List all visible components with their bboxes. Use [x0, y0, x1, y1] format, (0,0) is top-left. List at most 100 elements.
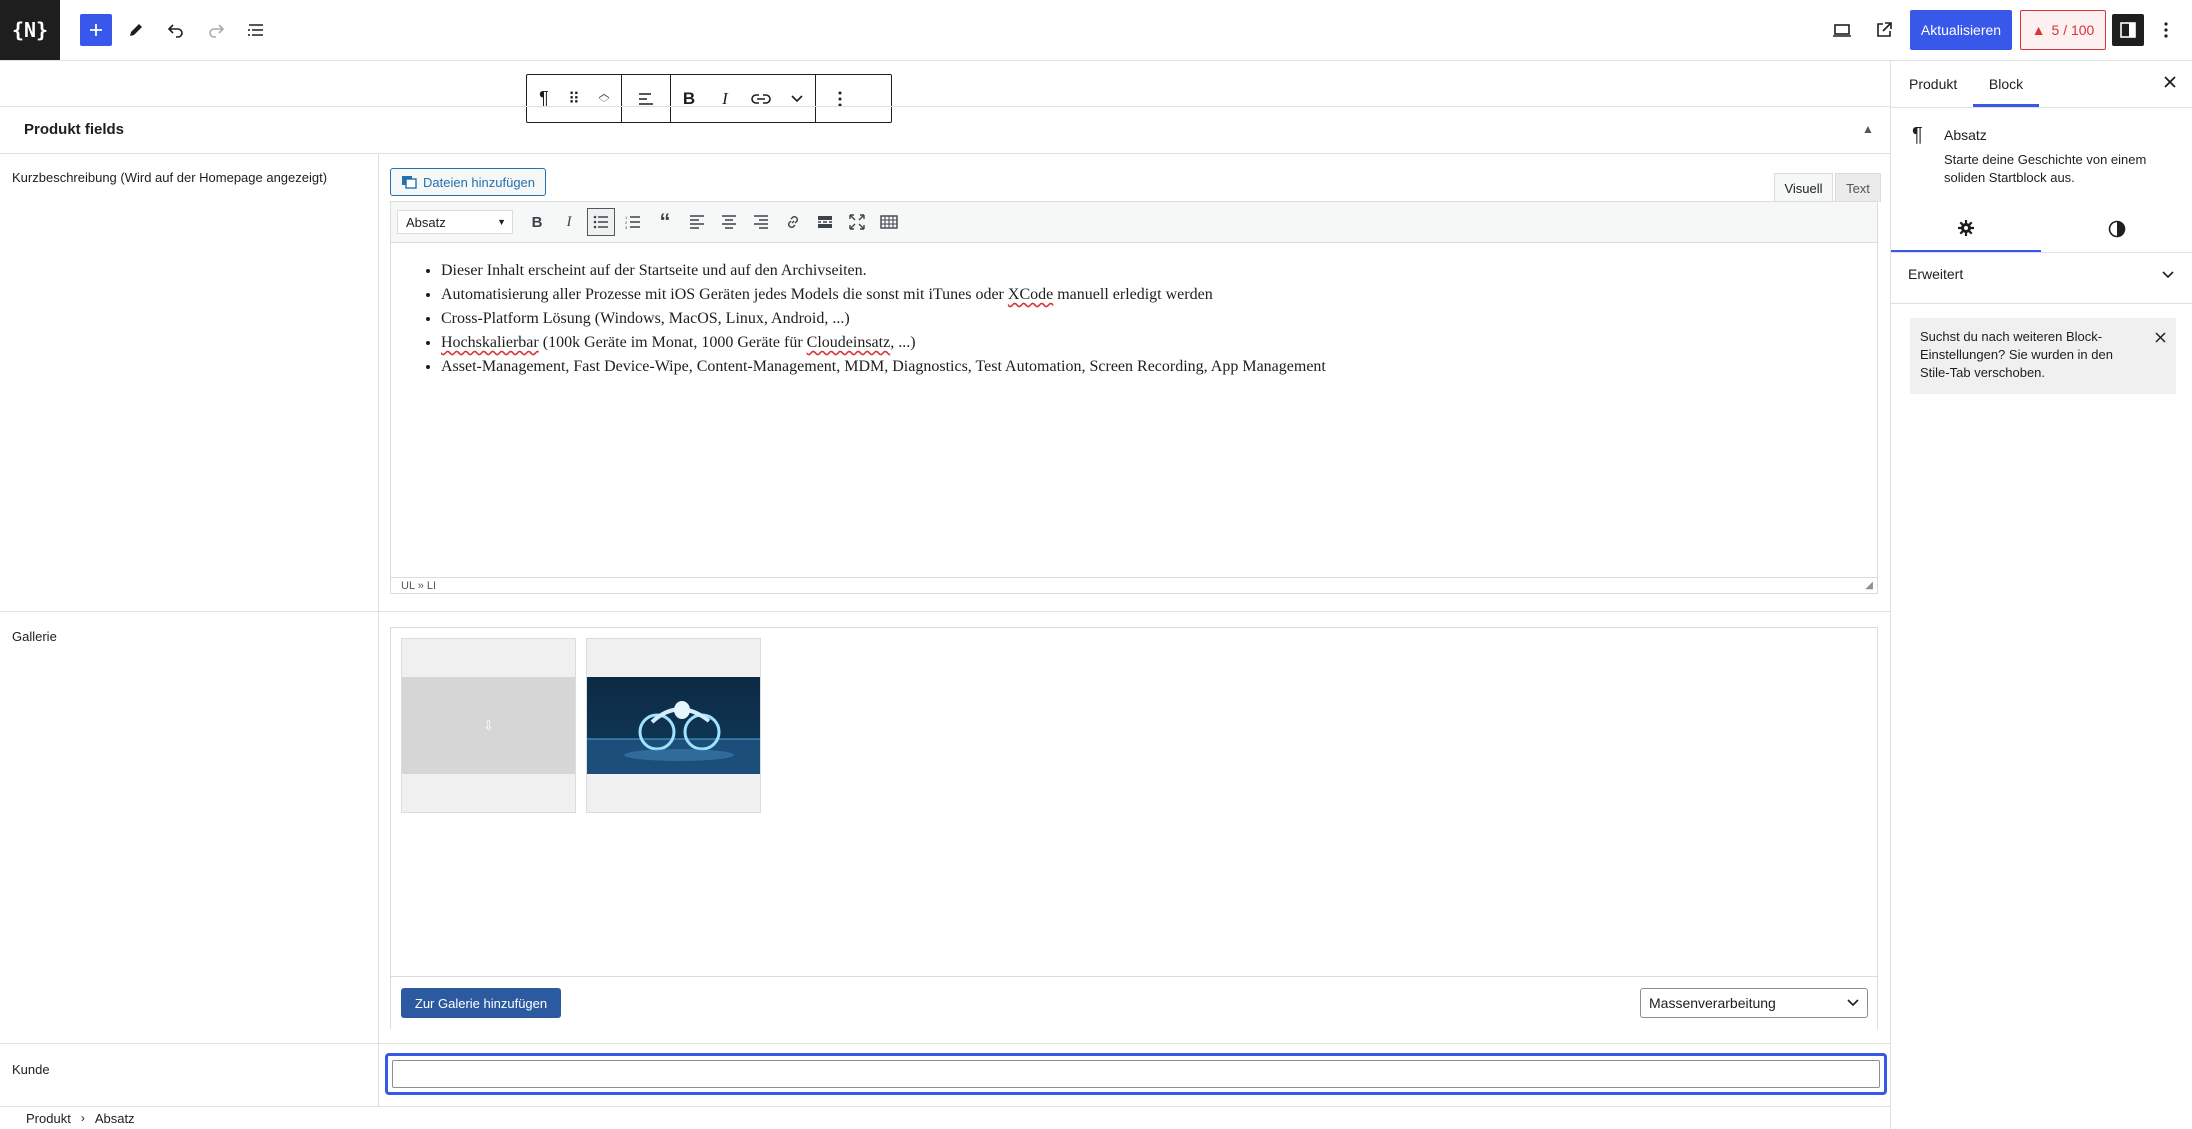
spelling-error[interactable]: Cloudeinsatz — [807, 334, 891, 351]
align-text-button[interactable] — [622, 75, 670, 122]
external-link-icon — [1877, 22, 1892, 37]
sidebar-icon — [2120, 22, 2136, 38]
add-media-button[interactable]: Dateien hinzufügen — [390, 168, 546, 196]
list-item: Cross-Platform Lösung (Windows, MacOS, L… — [441, 307, 1877, 331]
customer-input[interactable] — [392, 1060, 1880, 1088]
format-select[interactable]: Absatz ▼ — [397, 210, 513, 234]
gallery-thumbnail[interactable] — [586, 638, 761, 813]
bulk-actions-value: Massenverarbeitung — [1649, 995, 1776, 1011]
add-media-label: Dateien hinzufügen — [422, 174, 536, 190]
panel-header-border — [0, 153, 1890, 154]
breadcrumb: Produkt › Absatz — [0, 1106, 1890, 1129]
bullet-list-button[interactable] — [587, 208, 615, 236]
notice-text: Suchst du nach weiteren Block-Einstellun… — [1920, 329, 2113, 380]
numbered-list-button[interactable]: 123 — [619, 208, 647, 236]
read-more-icon — [818, 216, 832, 228]
chevron-down-icon — [1847, 999, 1859, 1007]
drag-handle-icon[interactable]: ⠿ — [561, 75, 587, 122]
list-view-icon — [248, 24, 263, 36]
list-item: Automatisierung aller Prozesse mit iOS G… — [441, 283, 1877, 307]
align-left-icon — [690, 215, 704, 229]
bulk-actions-select[interactable]: Massenverarbeitung — [1640, 988, 1868, 1018]
paragraph-block-icon: ¶ — [1912, 124, 1923, 146]
advanced-section-toggle[interactable]: Erweitert — [1908, 266, 2174, 286]
spelling-error[interactable]: Hochskalierbar — [441, 334, 539, 351]
move-down-icon[interactable]: ﹀ — [599, 98, 610, 109]
options-menu-button[interactable] — [2148, 12, 2184, 48]
align-center-button[interactable] — [715, 208, 743, 236]
gallery-label: Gallerie — [12, 629, 57, 644]
panel-title[interactable]: Produkt fields — [24, 121, 124, 138]
gallery-thumbnail[interactable]: ⇩ — [401, 638, 576, 813]
paragraph-block-icon[interactable]: ¶ — [527, 75, 561, 122]
block-settings-tabs — [1891, 206, 2192, 253]
element-path: UL » LI — [401, 580, 437, 592]
italic-button[interactable]: I — [707, 75, 743, 122]
more-format-button[interactable] — [779, 75, 815, 122]
bullet-list-icon — [593, 215, 608, 229]
toolbar-toggle-button[interactable] — [875, 208, 903, 236]
field-separator — [0, 611, 1890, 612]
align-center-icon — [722, 215, 736, 229]
link-button[interactable] — [743, 75, 779, 122]
chevron-right-icon: › — [80, 1111, 85, 1125]
link-icon — [788, 216, 798, 228]
document-overview-button[interactable] — [238, 12, 274, 48]
breadcrumb-item[interactable]: Produkt — [26, 1111, 71, 1126]
blockquote-button[interactable]: “ — [651, 208, 679, 236]
move-up-icon[interactable]: ︿ — [599, 88, 610, 99]
block-options-button[interactable] — [816, 75, 864, 122]
view-post-button[interactable] — [1866, 12, 1902, 48]
section-divider — [1891, 303, 2192, 304]
move-block-buttons[interactable]: ︿ ﹀ — [587, 75, 621, 122]
insert-link-button[interactable] — [779, 208, 807, 236]
site-logo[interactable]: {N} — [0, 0, 60, 60]
breadcrumb-item: Absatz — [94, 1110, 135, 1126]
preview-button[interactable] — [1824, 12, 1860, 48]
sidebar-tab-block[interactable]: Block — [1973, 61, 2039, 107]
seo-score-badge[interactable]: ▲ 5 / 100 — [2020, 10, 2106, 50]
align-right-icon — [754, 215, 768, 229]
bold-button[interactable]: B — [523, 208, 551, 236]
redo-button[interactable] — [198, 12, 234, 48]
resize-handle-icon[interactable]: ◢ — [1865, 580, 1873, 591]
customer-label: Kunde — [12, 1062, 50, 1077]
bold-button[interactable]: B — [671, 75, 707, 122]
align-right-button[interactable] — [747, 208, 775, 236]
more-vertical-icon — [2164, 22, 2168, 38]
undo-button[interactable] — [158, 12, 194, 48]
settings-sidebar-toggle[interactable] — [2112, 14, 2144, 46]
tab-settings[interactable] — [1891, 206, 2041, 252]
add-to-gallery-button[interactable]: Zur Galerie hinzufügen — [401, 988, 561, 1018]
short-description-label: Kurzbeschreibung (Wird auf der Homepage … — [12, 170, 328, 185]
dismiss-notice-icon[interactable] — [2155, 332, 2166, 343]
align-left-button[interactable] — [683, 208, 711, 236]
tab-visual[interactable]: Visuell — [1774, 173, 1833, 202]
placeholder-image-icon: ⇩ — [402, 677, 575, 774]
close-icon — [2164, 76, 2176, 88]
block-toolbar: ¶ ⠿ ︿ ﹀ B I — [526, 74, 892, 123]
list-item: Hochskalierbar (100k Geräte im Monat, 10… — [441, 331, 1877, 355]
panel-collapse-icon[interactable]: ▲ — [1862, 122, 1874, 136]
dropdown-arrow-icon: ▼ — [497, 217, 506, 227]
tab-styles[interactable] — [2041, 206, 2192, 252]
tab-text[interactable]: Text — [1835, 173, 1881, 202]
update-button[interactable]: Aktualisieren — [1910, 10, 2012, 50]
add-block-button[interactable] — [80, 14, 112, 46]
read-more-button[interactable] — [811, 208, 839, 236]
italic-button[interactable]: I — [555, 208, 583, 236]
format-select-value: Absatz — [406, 214, 446, 230]
panel-top-border — [0, 106, 1890, 107]
pencil-icon — [130, 24, 142, 36]
close-sidebar-button[interactable] — [2163, 75, 2177, 94]
link-icon — [751, 93, 771, 104]
sidebar-tab-produkt[interactable]: Produkt — [1909, 61, 1957, 107]
list-item: Dieser Inhalt erscheint auf der Startsei… — [441, 259, 1877, 283]
spelling-error[interactable]: XCode — [1008, 286, 1053, 303]
block-switcher-group: ¶ ⠿ ︿ ﹀ — [527, 75, 622, 122]
edit-tool-button[interactable] — [118, 12, 154, 48]
quote-icon: “ — [659, 209, 671, 234]
fullscreen-button[interactable] — [843, 208, 871, 236]
editor-content[interactable]: Dieser Inhalt erscheint auf der Startsei… — [391, 243, 1877, 576]
block-name: Absatz — [1944, 127, 1987, 143]
